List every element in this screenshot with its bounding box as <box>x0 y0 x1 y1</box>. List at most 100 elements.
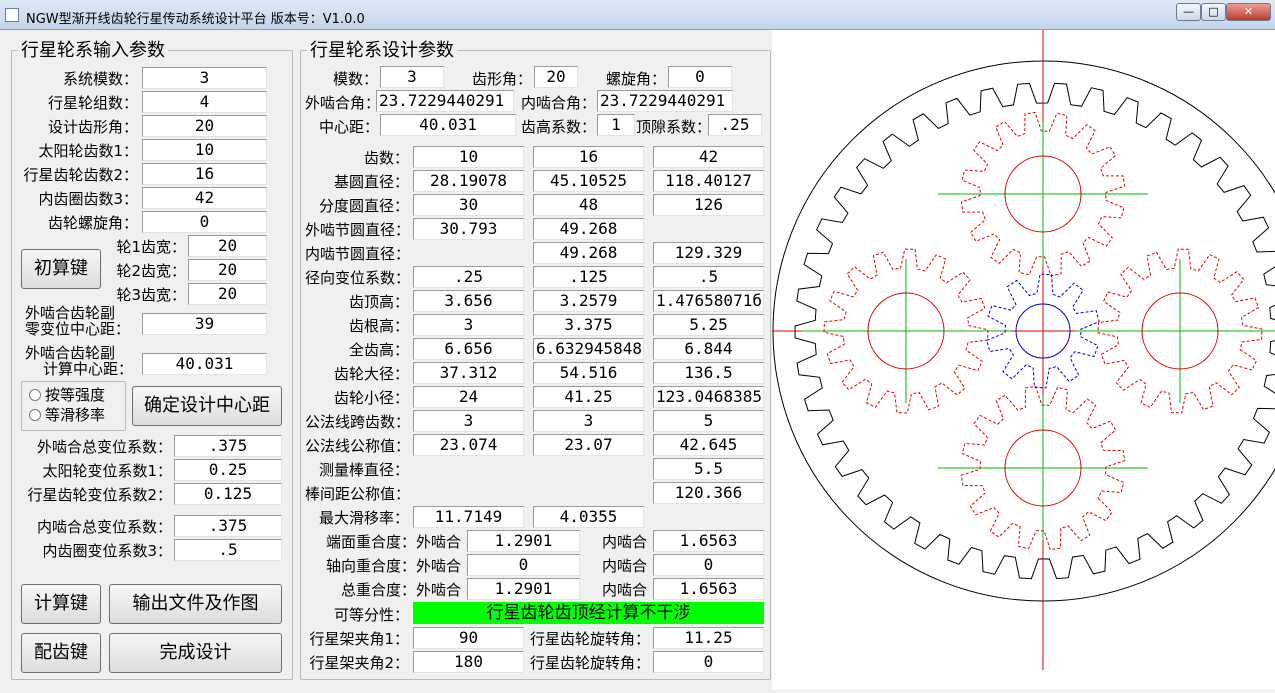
design-row-value[interactable]: 10 <box>413 146 524 168</box>
design-row-value[interactable]: 41.25 <box>533 386 644 408</box>
overlap-int-value[interactable]: 1.6563 <box>653 530 764 552</box>
clearance-coef-field[interactable]: .25 <box>708 114 762 136</box>
planet-rotation-field[interactable]: 11.25 <box>653 627 764 649</box>
design-row-value[interactable]: 5.25 <box>653 314 764 336</box>
design-row-value[interactable]: 48 <box>533 194 644 216</box>
carrier-angle-label: 行星架夹角1： <box>309 630 409 648</box>
left-field-input[interactable]: 16 <box>142 163 267 185</box>
gear-width-field[interactable]: 20 <box>188 283 267 305</box>
left-field-label: 齿轮螺旋角： <box>47 214 138 232</box>
ext-mesh-angle-field[interactable]: 23.7229440291 <box>376 90 514 112</box>
modulus-label: 模数： <box>332 70 378 88</box>
overlap-ext-value[interactable]: 1.2901 <box>467 578 580 600</box>
design-row-value[interactable]: 3.2579 <box>533 290 644 312</box>
planet-rotation-field[interactable]: 0 <box>653 651 764 673</box>
shift-coef-field[interactable]: .375 <box>174 515 282 537</box>
design-row-value[interactable]: 136.5 <box>653 362 764 384</box>
overlap-ext-value[interactable]: 1.2901 <box>467 530 580 552</box>
design-row-value[interactable]: 126 <box>653 194 764 216</box>
design-row-value[interactable]: 3 <box>533 410 644 432</box>
design-row-value[interactable]: 23.074 <box>413 434 524 456</box>
design-row-value[interactable]: 3 <box>413 314 524 336</box>
design-row-value[interactable]: 49.268 <box>533 218 644 240</box>
overlap-int-value[interactable]: 1.6563 <box>653 578 764 600</box>
design-row-value[interactable]: 37.312 <box>413 362 524 384</box>
design-row-value[interactable]: 3.375 <box>533 314 644 336</box>
addendum-coef-field[interactable]: 1 <box>597 114 635 136</box>
zero-center-label-2: 零变位中心距： <box>25 320 131 338</box>
design-row-value[interactable]: 45.10525 <box>533 170 644 192</box>
design-row-value[interactable]: 30.793 <box>413 218 524 240</box>
design-row-value[interactable]: 23.07 <box>533 434 644 456</box>
design-row-value[interactable]: 6.632945848 <box>533 338 644 360</box>
design-row-value[interactable]: 5.5 <box>653 458 764 480</box>
design-row-label: 齿轮小径： <box>333 389 409 407</box>
design-row-value[interactable]: 120.366 <box>653 482 764 504</box>
design-row-label: 棒间距公称值： <box>305 485 411 503</box>
design-row-value[interactable]: 4.0355 <box>533 506 644 528</box>
overlap-int-value[interactable]: 0 <box>653 554 764 576</box>
left-field-input[interactable]: 4 <box>142 91 267 113</box>
left-field-input[interactable]: 42 <box>142 187 267 209</box>
design-row-label: 全齿高： <box>348 341 409 359</box>
design-row-value[interactable]: 129.329 <box>653 242 764 264</box>
design-row-value[interactable]: 3 <box>413 410 524 432</box>
output-file-button[interactable]: 输出文件及作图 <box>109 584 282 624</box>
pressure-angle-field[interactable]: 20 <box>534 66 578 88</box>
design-row-value[interactable]: 16 <box>533 146 644 168</box>
design-row-value[interactable]: 54.516 <box>533 362 644 384</box>
left-field-input[interactable]: 3 <box>142 67 267 89</box>
initial-calc-button[interactable]: 初算键 <box>21 249 101 289</box>
zero-center-field[interactable]: 39 <box>142 313 267 335</box>
design-row-value[interactable]: 1.47658071б <box>653 290 764 312</box>
close-button[interactable]: ✕ <box>1226 3 1271 21</box>
design-row-value[interactable]: 11.7149 <box>413 506 524 528</box>
gear-drawing-canvas[interactable] <box>772 30 1275 689</box>
design-row-value[interactable]: 6.844 <box>653 338 764 360</box>
shift-coef-field[interactable]: .375 <box>174 435 282 457</box>
left-field-input[interactable]: 20 <box>142 115 267 137</box>
gear-drawing <box>772 30 1275 670</box>
carrier-angle-field[interactable]: 90 <box>413 627 524 649</box>
modulus-field[interactable]: 3 <box>380 66 444 88</box>
center-distance-field[interactable]: 40.031 <box>380 114 516 136</box>
helix-angle-field[interactable]: 0 <box>668 66 732 88</box>
calc-center-field[interactable]: 40.031 <box>142 353 267 375</box>
design-row-value[interactable]: 24 <box>413 386 524 408</box>
design-row-value[interactable]: .25 <box>413 266 524 288</box>
design-row-value[interactable]: 49.268 <box>533 242 644 264</box>
design-row-value[interactable]: .125 <box>533 266 644 288</box>
gear-width-field[interactable]: 20 <box>188 235 267 257</box>
int-mesh-angle-field[interactable]: 23.7229440291 <box>597 90 733 112</box>
design-row-value[interactable]: .5 <box>653 266 764 288</box>
radio-equal-strength[interactable] <box>29 389 41 401</box>
finish-design-button[interactable]: 完成设计 <box>109 633 282 673</box>
tooth-match-button[interactable]: 配齿键 <box>21 633 101 673</box>
left-field-label: 行星齿轮齿数2： <box>23 166 138 184</box>
shift-coef-field[interactable]: .5 <box>174 539 282 561</box>
calculate-button[interactable]: 计算键 <box>21 584 101 624</box>
radio-equal-slip[interactable] <box>29 409 41 421</box>
design-row-value[interactable]: 118.40127 <box>653 170 764 192</box>
design-row-value[interactable]: 30 <box>413 194 524 216</box>
minimize-button[interactable]: — <box>1176 3 1201 21</box>
confirm-center-button[interactable]: 确定设计中心距 <box>132 386 282 426</box>
design-row-value[interactable]: 3.656 <box>413 290 524 312</box>
shift-coef-field[interactable]: 0.125 <box>174 483 282 505</box>
gear-width-field[interactable]: 20 <box>188 259 267 281</box>
overlap-ext-value[interactable]: 0 <box>467 554 580 576</box>
shift-coef-field[interactable]: 0.25 <box>174 459 282 481</box>
design-row-value[interactable]: 123.0468385 <box>653 386 764 408</box>
left-field-input[interactable]: 0 <box>142 211 267 233</box>
design-row-value[interactable]: 42.645 <box>653 434 764 456</box>
overlap-int-label: 内啮合 <box>601 533 647 551</box>
overlap-label: 端面重合度：外啮合 <box>325 533 461 551</box>
design-row-value[interactable]: 6.656 <box>413 338 524 360</box>
design-row-value[interactable]: 5 <box>653 410 764 432</box>
overlap-label: 总重合度：外啮合 <box>340 581 461 599</box>
design-row-value[interactable]: 28.19078 <box>413 170 524 192</box>
left-field-input[interactable]: 10 <box>142 139 267 161</box>
design-row-value[interactable]: 42 <box>653 146 764 168</box>
carrier-angle-field[interactable]: 180 <box>413 651 524 673</box>
maximize-button[interactable]: □ <box>1201 3 1226 21</box>
